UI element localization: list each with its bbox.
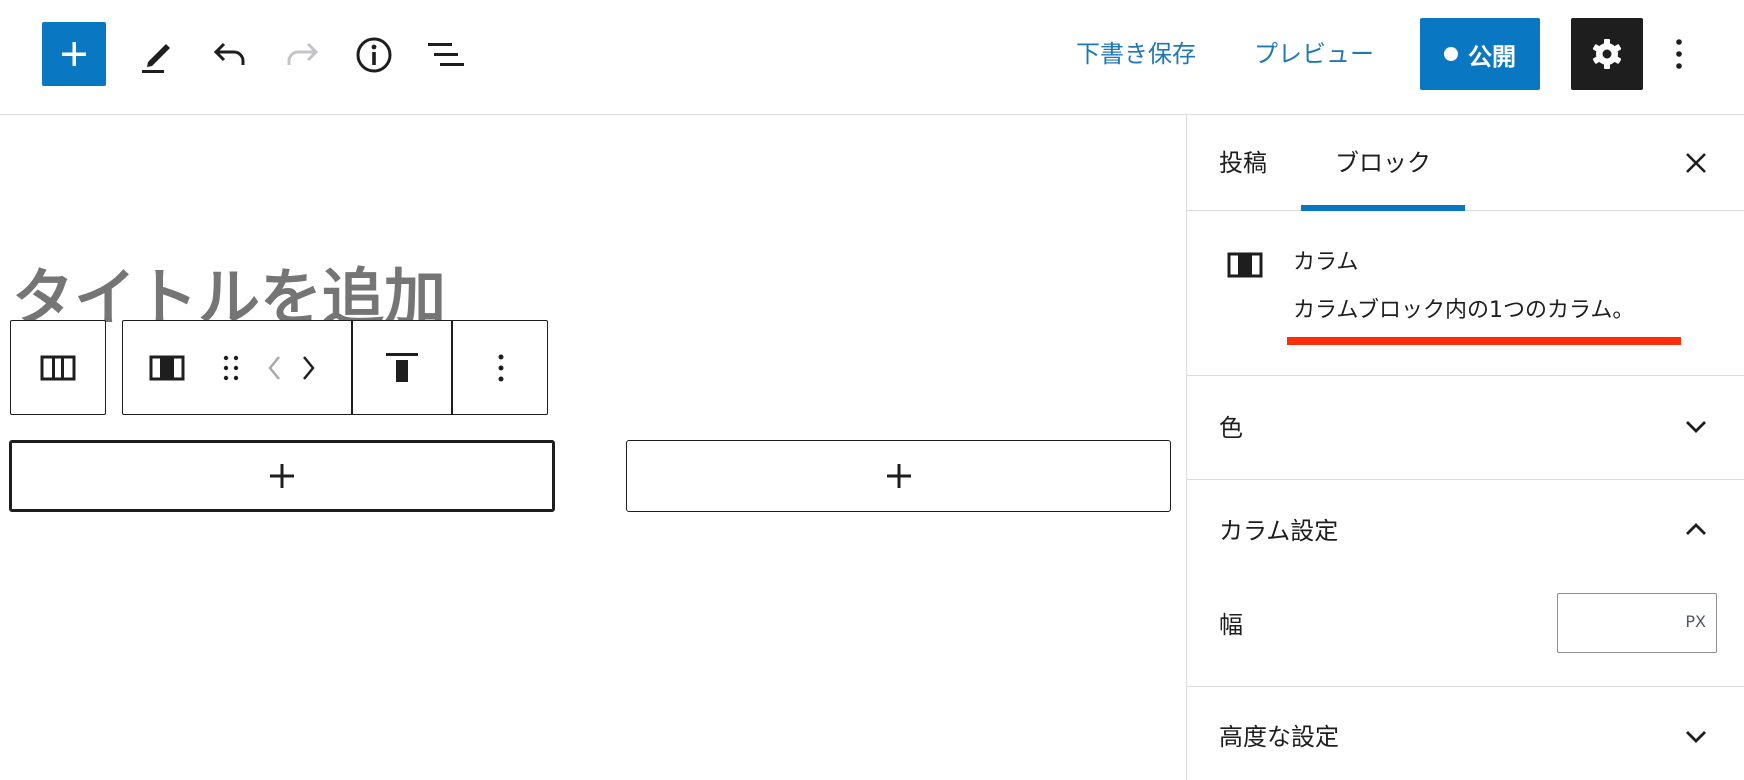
chevron-down-icon bbox=[1686, 421, 1706, 433]
block-card: カラム カラムブロック内の1つのカラム。 bbox=[1187, 212, 1744, 376]
chevron-up-icon bbox=[1686, 523, 1706, 535]
column-icon bbox=[149, 355, 185, 380]
editor-header: 下書き保存 プレビュー 公開 bbox=[0, 0, 1744, 115]
block-inserter-button[interactable] bbox=[42, 22, 106, 86]
status-dot-icon bbox=[1444, 47, 1458, 61]
width-label: 幅 bbox=[1219, 611, 1243, 639]
gear-icon bbox=[1592, 39, 1622, 69]
move-right-button[interactable] bbox=[293, 321, 323, 414]
panel-advanced-title: 高度な設定 bbox=[1219, 723, 1339, 751]
column-2-appender[interactable] bbox=[626, 440, 1171, 512]
panel-advanced[interactable]: 高度な設定 bbox=[1187, 687, 1744, 780]
highlight-underline bbox=[1287, 337, 1681, 345]
move-left-button[interactable] bbox=[261, 321, 289, 414]
plus-icon bbox=[62, 42, 86, 66]
width-unit[interactable]: PX bbox=[1685, 612, 1706, 631]
more-options-icon[interactable] bbox=[1672, 36, 1686, 72]
column-1-appender[interactable] bbox=[9, 440, 555, 512]
block-card-title: カラム bbox=[1293, 250, 1359, 275]
tab-post[interactable]: 投稿 bbox=[1219, 115, 1267, 211]
preview-button[interactable]: プレビュー bbox=[1254, 34, 1374, 74]
panel-color[interactable]: 色 bbox=[1187, 377, 1744, 480]
width-input[interactable] bbox=[1566, 604, 1676, 642]
save-draft-button[interactable]: 下書き保存 bbox=[1076, 34, 1196, 74]
block-type-button[interactable] bbox=[123, 321, 211, 414]
more-options-icon bbox=[498, 354, 504, 381]
drag-handle[interactable] bbox=[211, 321, 251, 414]
panel-color-title: 色 bbox=[1219, 414, 1243, 442]
settings-button[interactable] bbox=[1571, 18, 1643, 90]
settings-sidebar: 投稿 ブロック カラム カラムブロック内の1つのカラム。 色 カラム設定 幅 P… bbox=[1186, 115, 1744, 780]
parent-block-selector[interactable] bbox=[10, 320, 106, 415]
publish-button[interactable]: 公開 bbox=[1420, 18, 1540, 90]
drag-handle-icon bbox=[223, 355, 239, 380]
redo-icon[interactable] bbox=[284, 38, 320, 70]
plus-icon bbox=[270, 464, 294, 488]
info-icon[interactable] bbox=[355, 36, 393, 74]
chevron-left-icon bbox=[268, 355, 280, 380]
sidebar-tabs: 投稿 ブロック bbox=[1187, 115, 1744, 211]
publish-label: 公開 bbox=[1468, 42, 1516, 71]
tab-block[interactable]: ブロック bbox=[1301, 115, 1465, 211]
plus-icon bbox=[886, 464, 911, 488]
list-view-icon[interactable] bbox=[426, 38, 466, 72]
block-options-button[interactable] bbox=[453, 321, 549, 414]
close-icon[interactable] bbox=[1684, 151, 1708, 175]
chevron-right-icon bbox=[303, 355, 315, 380]
pencil-tools-icon[interactable] bbox=[138, 32, 178, 76]
block-toolbar bbox=[122, 320, 548, 415]
undo-icon[interactable] bbox=[212, 38, 248, 70]
block-card-description: カラムブロック内の1つのカラム。 bbox=[1293, 298, 1635, 323]
width-field[interactable]: PX bbox=[1557, 593, 1717, 653]
panel-column-settings-header[interactable]: カラム設定 bbox=[1187, 481, 1744, 581]
panel-column-settings-title: カラム設定 bbox=[1219, 517, 1339, 545]
columns-icon bbox=[40, 355, 76, 380]
column-icon bbox=[1227, 252, 1263, 278]
align-top-icon bbox=[386, 352, 418, 382]
vertical-align-button[interactable] bbox=[353, 321, 451, 414]
chevron-down-icon bbox=[1686, 731, 1706, 743]
